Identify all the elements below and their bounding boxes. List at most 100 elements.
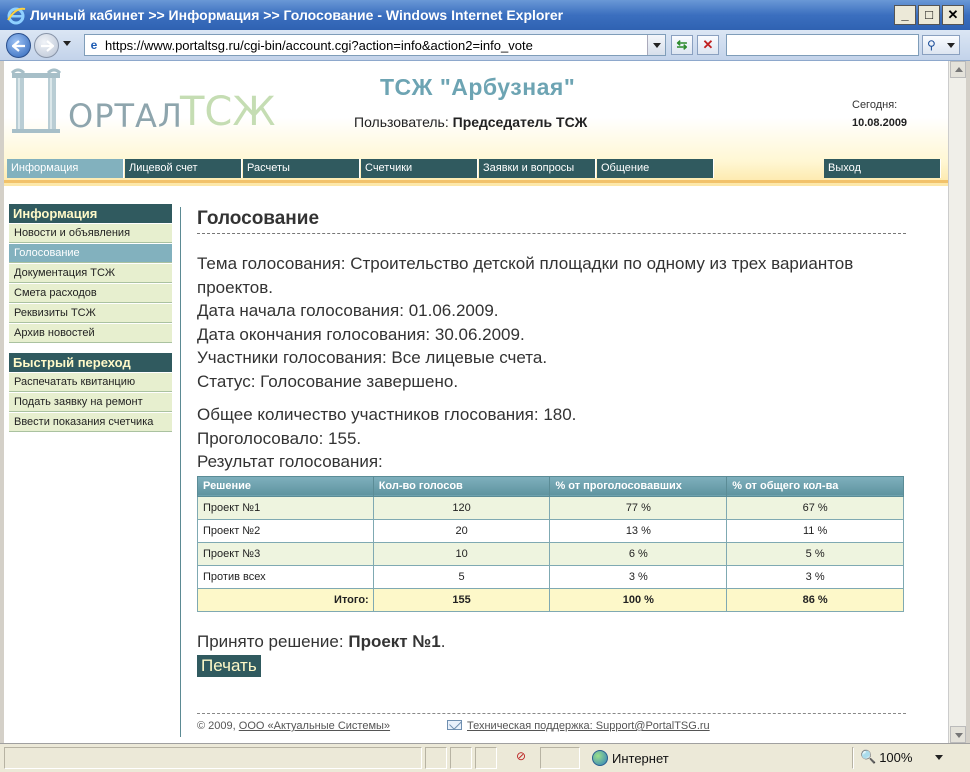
minimize-button[interactable]: _ — [894, 5, 916, 25]
cell-pct-total: 3 % — [726, 564, 904, 589]
cell-total-votes: 155 — [372, 587, 551, 612]
col-header-votes: Кол-во голосов — [372, 475, 551, 497]
top-menu-meters[interactable]: Счетчики — [361, 159, 478, 178]
col-header-pct-total: % от общего кол-ва — [726, 475, 904, 497]
forward-arrow-icon — [40, 39, 54, 52]
page-title: Голосование — [197, 208, 906, 234]
cell-decision: Проект №2 — [197, 518, 374, 543]
scroll-down-button[interactable] — [950, 726, 966, 743]
footer-copyright: © 2009, — [197, 720, 236, 732]
vote-total-participants: Общее количество участников глосования: … — [197, 405, 577, 424]
site-header: ОРТАЛ ТСЖ ТСЖ "Арбузная" Пользователь: П… — [4, 61, 948, 186]
footer: © 2009, ООО «Актуальные Системы» Техниче… — [197, 720, 906, 732]
vote-topic: Тема голосования: Строительство детской … — [197, 254, 854, 297]
decision-end: . — [440, 631, 446, 651]
cell-total-pct-voted: 100 % — [549, 587, 728, 612]
top-menu-payments[interactable]: Расчеты — [243, 159, 360, 178]
cell-pct-total: 11 % — [726, 518, 904, 543]
left-nav: Информация Новости и объявления Голосова… — [9, 204, 172, 442]
security-zone[interactable]: Интернет — [592, 747, 669, 769]
address-toolbar: e https://www.portaltsg.ru/cgi-bin/accou… — [0, 30, 970, 61]
top-menu-account[interactable]: Лицевой счет — [125, 159, 242, 178]
vertical-scrollbar[interactable] — [948, 61, 966, 743]
back-button[interactable] — [6, 33, 31, 58]
table-row: Проект №3 10 6 % 5 % — [197, 541, 904, 566]
decision-label: Принято решение: — [197, 631, 344, 651]
table-header-row: Решение Кол-во голосов % от проголосовав… — [197, 475, 904, 497]
privacy-icon[interactable]: ⊘ — [510, 749, 532, 767]
nav-item-budget[interactable]: Смета расходов — [9, 283, 172, 303]
vote-result-label: Результат голосования: — [197, 452, 383, 471]
nav-item-meter-readings[interactable]: Ввести показания счетчика — [9, 412, 172, 432]
cell-votes: 10 — [372, 541, 551, 566]
status-cell — [475, 747, 497, 769]
top-menu-info[interactable]: Информация — [7, 159, 124, 178]
cell-decision: Против всех — [197, 564, 374, 589]
content-divider — [180, 207, 181, 737]
address-dropdown-button[interactable] — [647, 35, 665, 55]
search-icon: ⚲ — [927, 38, 936, 52]
back-arrow-icon — [11, 39, 25, 52]
mail-icon — [447, 720, 462, 730]
table-row: Проект №1 120 77 % 67 % — [197, 495, 904, 520]
nav-item-repair-request[interactable]: Подать заявку на ремонт — [9, 392, 172, 412]
print-button[interactable]: Печать — [197, 654, 261, 677]
table-row: Проект №2 20 13 % 11 % — [197, 518, 904, 543]
nav-item-news[interactable]: Новости и объявления — [9, 223, 172, 243]
col-header-pct-voted: % от проголосовавших — [549, 475, 728, 497]
cell-total-label: Итого: — [197, 587, 374, 612]
scroll-up-button[interactable] — [950, 61, 966, 78]
nav-item-print-receipt[interactable]: Распечатать квитанцию — [9, 372, 172, 392]
nav-item-voting[interactable]: Голосование — [9, 243, 172, 263]
user-label: Пользователь: — [354, 114, 449, 130]
stop-icon: ✕ — [702, 37, 714, 52]
chevron-down-icon — [935, 754, 944, 760]
address-field[interactable]: e https://www.portaltsg.ru/cgi-bin/accou… — [84, 34, 666, 56]
vote-info: Тема голосования: Строительство детской … — [197, 252, 906, 474]
logout-button[interactable]: Выход — [824, 159, 941, 178]
cell-pct-total: 5 % — [726, 541, 904, 566]
results-table: Решение Кол-во голосов % от проголосовав… — [197, 475, 904, 612]
close-button[interactable]: ✕ — [942, 5, 964, 25]
status-cell — [540, 747, 580, 769]
decision-value: Проект №1 — [348, 631, 441, 651]
vote-voted-count: Проголосовало: 155. — [197, 428, 362, 448]
search-button[interactable]: ⚲ — [922, 35, 960, 55]
footer-company-link[interactable]: ООО «Актуальные Системы» — [239, 720, 390, 732]
search-input[interactable] — [726, 34, 919, 56]
vote-end-date: Дата окончания голосования: 30.06.2009. — [197, 324, 525, 344]
menu-divider — [4, 180, 948, 183]
support-link[interactable]: Техническая поддержка: Support@PortalTSG… — [467, 720, 710, 732]
chevron-down-icon — [652, 42, 661, 48]
status-bar: ⊘ Интернет 🔍 100% — [0, 743, 970, 772]
refresh-button[interactable]: ⇆ — [671, 35, 693, 55]
address-url[interactable]: https://www.portaltsg.ru/cgi-bin/account… — [103, 38, 647, 53]
col-header-decision: Решение — [197, 475, 374, 497]
org-name: ТСЖ "Арбузная" — [380, 74, 576, 100]
vote-status: Статус: Голосование завершено. — [197, 371, 459, 391]
nav-item-archive[interactable]: Архив новостей — [9, 323, 172, 343]
nav-item-requisites[interactable]: Реквизиты ТСЖ — [9, 303, 172, 323]
top-menu-communication[interactable]: Общение — [597, 159, 714, 178]
zoom-control[interactable]: 🔍 100% — [860, 749, 944, 765]
cell-pct-voted: 6 % — [549, 541, 728, 566]
nav-block-info: Информация Новости и объявления Голосова… — [9, 204, 172, 343]
status-cell — [425, 747, 447, 769]
maximize-button[interactable]: □ — [918, 5, 940, 25]
nav-item-docs[interactable]: Документация ТСЖ — [9, 263, 172, 283]
zoom-icon: 🔍 — [860, 749, 877, 764]
page-viewport: ОРТАЛ ТСЖ ТСЖ "Арбузная" Пользователь: П… — [4, 61, 948, 743]
stop-button[interactable]: ✕ — [697, 35, 719, 55]
cell-pct-voted: 77 % — [549, 495, 728, 520]
top-menu-requests[interactable]: Заявки и вопросы — [479, 159, 596, 178]
page-icon: e — [90, 38, 98, 52]
cell-pct-voted: 3 % — [549, 564, 728, 589]
user-line: Пользователь: Председатель ТСЖ — [354, 114, 587, 130]
forward-button[interactable] — [34, 33, 59, 58]
user-name: Председатель ТСЖ — [452, 114, 588, 130]
cell-decision: Проект №1 — [197, 495, 374, 520]
cell-total-pct-total: 86 % — [726, 587, 904, 612]
site-logo[interactable]: ОРТАЛ ТСЖ — [10, 67, 280, 137]
history-dropdown-icon[interactable] — [63, 41, 71, 46]
vote-participants: Участники голосования: Все лицевые счета… — [197, 348, 548, 367]
